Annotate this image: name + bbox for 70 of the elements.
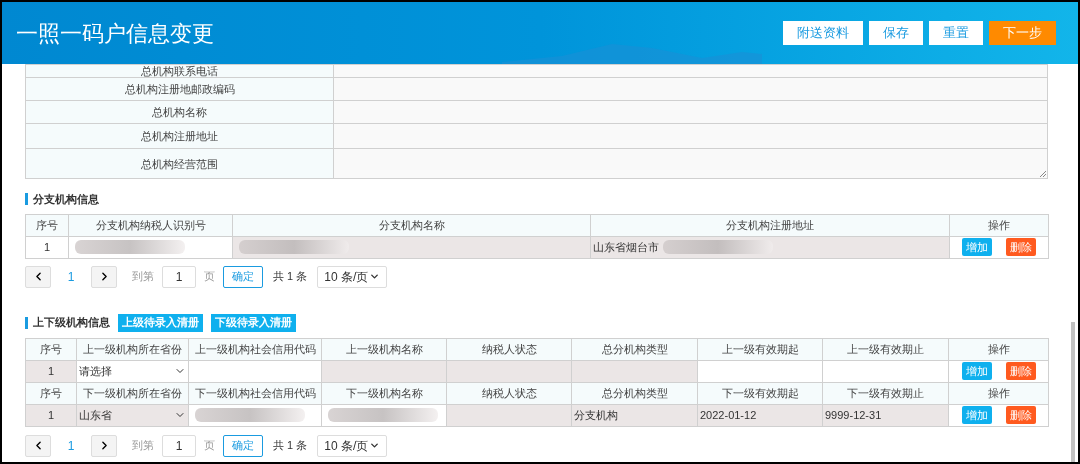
chevron-down-icon [369,440,381,451]
cell-text: 分支机构 [574,407,618,423]
page-link[interactable]: 1 [51,436,91,455]
cell-text: 9999-12-31 [825,407,882,423]
page-input[interactable]: 1 [162,434,196,457]
delete-button[interactable]: 删除 [1005,362,1036,380]
column-header: 上一级机构名称 [321,338,447,360]
page-link[interactable]: 1 [51,267,91,286]
input-field[interactable] [334,78,1047,100]
page-unit: 页 [204,269,215,285]
cell-text: 2022-01-12 [700,407,757,423]
column-header: 上一级有效期起 [697,338,823,360]
cell-text: 1 [43,239,51,255]
header-button[interactable]: 重置 [929,21,983,45]
column-header: 序号 [25,338,77,360]
total-count: 共 1 条 [273,438,308,454]
previous-page-button[interactable] [25,265,51,288]
text-area[interactable] [334,149,1047,178]
cell-text: 山东省烟台市 [593,239,659,255]
goto-label: 到第 [132,269,154,285]
delete-button[interactable]: 删除 [1006,238,1036,256]
resize-grip-icon [1039,170,1046,177]
header-button[interactable]: 附送资料 [783,21,863,45]
add-button[interactable]: 增加 [962,238,992,256]
total-count: 共 1 条 [273,269,308,285]
goto-label: 到第 [132,438,154,454]
column-header: 操作 [948,338,1049,360]
next-page-button[interactable] [91,265,117,288]
column-header: 序号 [25,382,77,404]
delete-button[interactable]: 删除 [1005,406,1036,424]
page-title: 一照一码户信息变更 [16,19,214,48]
province-select[interactable]: 山东省 [77,404,188,426]
header-button[interactable]: 下一步 [989,21,1056,45]
input-field[interactable] [334,101,1047,123]
page-unit: 页 [204,438,215,454]
field-label: 总机构联系电话 [25,64,334,78]
column-header: 操作 [949,214,1049,236]
column-header: 分支机构注册地址 [590,214,950,236]
section-title: 上下级机构信息 [33,315,110,331]
column-header: 上一级机构所在省份 [76,338,189,360]
scrollbar-thumb[interactable] [1071,322,1075,462]
header-button[interactable]: 保存 [869,21,923,45]
confirm-button[interactable]: 确定 [223,434,263,457]
cell-text: 1 [47,407,55,423]
confirm-button[interactable]: 确定 [223,265,263,288]
column-header: 纳税人状态 [446,338,572,360]
column-header: 分支机构名称 [232,214,591,236]
section-title: 分支机构信息 [33,192,99,207]
column-header: 序号 [25,214,69,236]
field-label: 总机构注册地邮政编码 [25,77,334,101]
next-page-button[interactable] [91,434,117,457]
cell-text: 1 [47,363,55,379]
input-field[interactable] [334,124,1047,148]
page-size-select[interactable]: 10 条/页 [317,434,388,457]
page-size-select[interactable]: 10 条/页 [317,265,388,288]
list-button[interactable]: 上级待录入清册 [118,313,203,332]
previous-page-button[interactable] [25,434,51,457]
input-field[interactable] [334,65,1047,77]
chevron-down-icon [369,271,381,282]
column-header: 上一级机构社会信用代码 [188,338,322,360]
add-button[interactable]: 增加 [961,362,992,380]
list-button[interactable]: 下级待录入清册 [211,313,296,332]
field-label: 总机构名称 [25,100,334,124]
page-input[interactable]: 1 [162,265,196,288]
column-header: 上一级有效期止 [822,338,949,360]
column-header: 总分机构类型 [571,338,698,360]
column-header: 分支机构纳税人识别号 [68,214,233,236]
field-label: 总机构经营范围 [25,148,334,179]
add-button[interactable]: 增加 [961,406,992,424]
field-label: 总机构注册地址 [25,123,334,149]
